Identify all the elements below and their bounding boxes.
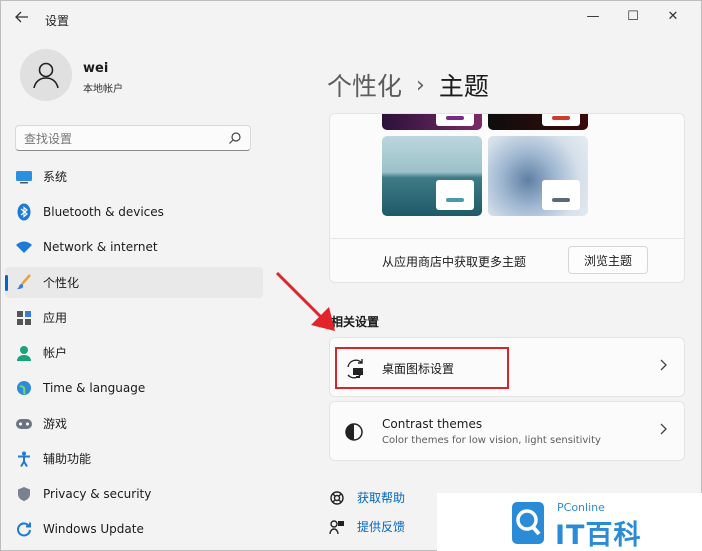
sidebar-item-label: Time & language <box>43 381 146 396</box>
sidebar-item-bluetooth[interactable]: Bluetooth & devices <box>5 196 263 227</box>
search-input[interactable] <box>24 130 224 148</box>
chevron-right-icon <box>660 359 668 375</box>
get-help-label: 获取帮助 <box>357 491 406 505</box>
sidebar-item-label: Bluetooth & devices <box>43 204 164 219</box>
shield-icon <box>15 485 33 503</box>
user-icon <box>33 62 59 89</box>
watermark-text: IT百科 <box>555 520 642 551</box>
sidebar-nav: 系统 Bluetooth & devices Network & interne… <box>5 161 263 549</box>
sidebar-item-system[interactable]: 系统 <box>5 161 263 192</box>
back-arrow-icon <box>15 11 28 23</box>
feedback-icon <box>329 519 344 534</box>
contrast-themes-label: Contrast themes <box>382 417 483 431</box>
watermark: PConline IT百科 <box>437 493 702 551</box>
themes-card: 从应用商店中获取更多主题 浏览主题 <box>329 113 685 283</box>
sidebar-item-label: 个性化 <box>43 275 80 290</box>
search-box[interactable] <box>15 125 251 151</box>
pconline-logo-icon <box>512 502 544 544</box>
window-controls: — ☐ ✕ <box>573 5 693 29</box>
store-themes-text: 从应用商店中获取更多主题 <box>382 255 527 269</box>
wifi-icon <box>15 238 33 256</box>
apps-icon <box>15 309 33 327</box>
search-icon[interactable] <box>228 131 242 145</box>
monitor-icon <box>15 168 33 186</box>
sidebar-item-label: 帐户 <box>43 346 68 361</box>
user-name: wei <box>83 61 109 76</box>
sidebar-item-label: Windows Update <box>43 522 144 537</box>
globe-icon <box>15 379 33 397</box>
breadcrumb-parent[interactable]: 个性化 <box>327 67 402 103</box>
sidebar-item-label: 辅助功能 <box>43 452 92 467</box>
desktop-icon-settings-label: 桌面图标设置 <box>382 362 455 376</box>
chevron-right-icon <box>660 423 668 439</box>
sidebar-item-accessibility[interactable]: 辅助功能 <box>5 443 263 474</box>
sidebar-item-network[interactable]: Network & internet <box>5 232 263 263</box>
contrast-icon <box>344 422 366 444</box>
browse-themes-button[interactable]: 浏览主题 <box>568 246 648 274</box>
theme-thumbnail-sunrise-lake[interactable] <box>382 136 482 216</box>
page-title: 主题 <box>438 72 489 101</box>
feedback-link[interactable]: 提供反馈 <box>329 518 405 535</box>
contrast-themes-card[interactable]: Contrast themes Color themes for low vis… <box>329 401 685 461</box>
sidebar-item-label: Network & internet <box>43 240 158 255</box>
sidebar-item-privacy[interactable]: Privacy & security <box>5 479 263 510</box>
close-button[interactable]: ✕ <box>653 5 693 29</box>
person-icon <box>15 344 33 362</box>
brush-icon <box>15 273 33 291</box>
annotation-arrow <box>275 271 335 331</box>
app-title: 设置 <box>45 14 70 28</box>
sidebar-item-time-language[interactable]: Time & language <box>5 373 263 404</box>
accessibility-icon <box>15 450 33 468</box>
breadcrumb-separator: › <box>416 72 425 98</box>
sidebar-item-gaming[interactable]: 游戏 <box>5 408 263 439</box>
maximize-button[interactable]: ☐ <box>613 5 653 29</box>
feedback-label: 提供反馈 <box>357 520 406 534</box>
desktop-icon-settings-card[interactable]: 桌面图标设置 <box>329 337 685 397</box>
sidebar-item-apps[interactable]: 应用 <box>5 302 263 333</box>
desktop-icon-settings-icon <box>344 358 366 380</box>
help-icon <box>330 490 344 505</box>
settings-window: 设置 — ☐ ✕ wei 本地帐户 系统 <box>0 0 702 551</box>
update-icon <box>15 520 33 538</box>
minimize-button[interactable]: — <box>573 5 613 29</box>
card-divider <box>330 238 684 239</box>
get-help-link[interactable]: 获取帮助 <box>329 489 405 506</box>
sidebar-item-label: Privacy & security <box>43 487 152 502</box>
contrast-themes-description: Color themes for low vision, light sensi… <box>382 435 601 446</box>
sidebar-item-label: 应用 <box>43 311 68 326</box>
sidebar-item-label: 游戏 <box>43 417 68 432</box>
theme-thumbnail-glow[interactable] <box>382 114 482 130</box>
sidebar-item-personalization[interactable]: 个性化 <box>5 266 263 298</box>
title-bar: 设置 — ☐ ✕ <box>1 1 701 37</box>
avatar[interactable] <box>20 49 72 101</box>
breadcrumb: 个性化 › 主题 <box>327 67 489 103</box>
theme-thumbnail-bloom[interactable] <box>488 136 588 216</box>
gamepad-icon <box>15 415 33 433</box>
back-button[interactable] <box>11 9 33 31</box>
account-type: 本地帐户 <box>83 84 123 95</box>
bluetooth-icon <box>15 203 33 221</box>
sidebar-item-windows-update[interactable]: Windows Update <box>5 514 263 545</box>
sidebar-item-label: 系统 <box>43 170 68 184</box>
theme-thumbnail-captured-motion[interactable] <box>488 114 588 130</box>
sidebar-item-accounts[interactable]: 帐户 <box>5 337 263 368</box>
